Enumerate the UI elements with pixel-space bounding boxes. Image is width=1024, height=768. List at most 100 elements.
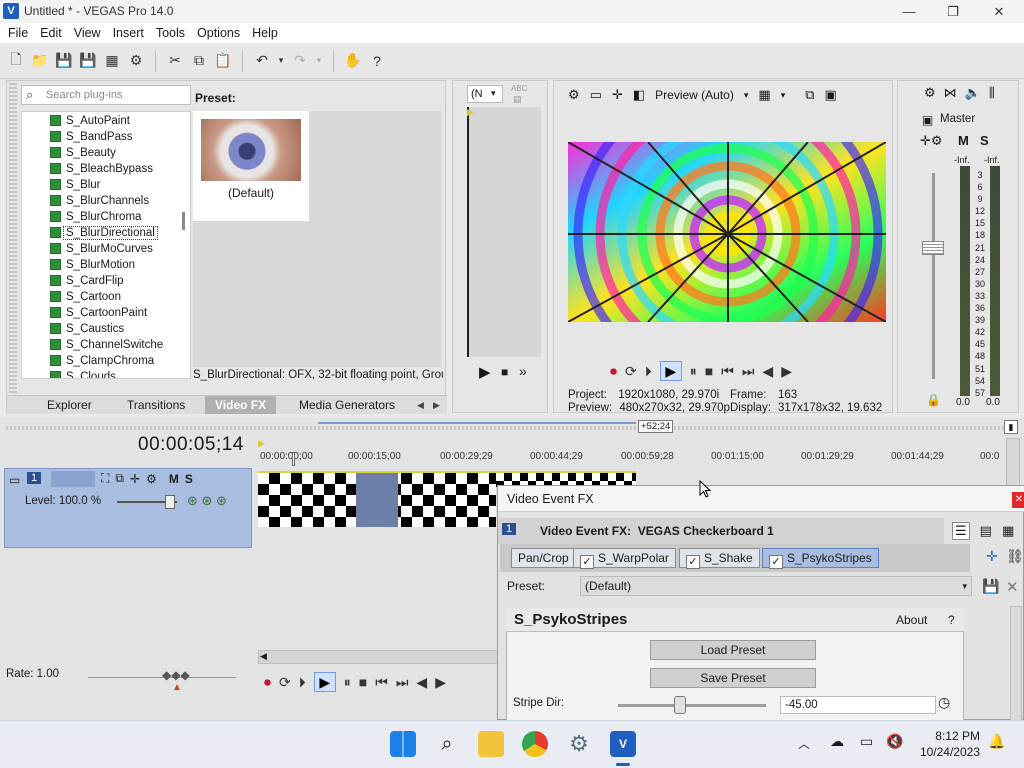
redo-dropdown-icon[interactable]: ▾ (314, 51, 324, 71)
speaker-icon[interactable]: 🔈 (965, 85, 981, 101)
tab-media-generators[interactable]: Media Generators (299, 396, 395, 414)
chrome-icon[interactable] (522, 731, 548, 757)
track-fx-icon[interactable]: ✛ (130, 472, 140, 486)
copy-snapshot-icon[interactable]: ⧉ (805, 87, 814, 103)
redo-icon[interactable]: ↷ (290, 51, 310, 71)
plugin-item[interactable]: S_CardFlip (50, 273, 124, 289)
next-frame-icon[interactable]: ▶ (435, 674, 446, 691)
menu-file[interactable]: File (2, 23, 34, 43)
plugin-item[interactable]: S_BlurChroma (50, 209, 141, 225)
marker-bar-icon[interactable]: ▮ (1004, 420, 1018, 434)
plugin-item[interactable]: S_Beauty (50, 145, 116, 161)
pause-icon[interactable]: ⏸ (344, 674, 351, 691)
dim-output-icon[interactable]: ⫼ (989, 85, 995, 101)
menu-view[interactable]: View (68, 23, 107, 43)
panel-grip[interactable] (9, 83, 17, 393)
quality-dropdown-icon[interactable]: ▾ (744, 90, 749, 101)
timeline-grip[interactable] (6, 426, 1006, 430)
list-view-icon[interactable]: ☰ (952, 522, 970, 540)
trimmer-stop-icon[interactable]: ■ (501, 365, 508, 379)
previous-frame-icon[interactable]: ◀ (416, 674, 427, 691)
composite-icons[interactable]: ⊛ ⊛ ⊛ (187, 493, 227, 509)
notification-bell-icon[interactable]: 🔔 (988, 733, 1005, 750)
tab-scroll-right-icon[interactable]: ▶ (433, 396, 440, 414)
chain-add-icon[interactable]: ✛ (986, 548, 998, 565)
dialog-close-button[interactable]: ✕ (1012, 492, 1024, 508)
previous-frame-icon[interactable]: ◀ (762, 363, 773, 380)
chain-s-shake[interactable]: ✓ S_Shake (679, 548, 760, 569)
trimmer-combo[interactable]: (N (467, 85, 503, 103)
plugin-item[interactable]: S_Cartoon (50, 289, 121, 305)
edit-tool-hand-icon[interactable]: ✋ (343, 51, 363, 71)
master-mute-button[interactable]: M (958, 133, 969, 148)
vegas-pro-taskbar-icon[interactable]: V (610, 731, 636, 757)
tab-explorer[interactable]: Explorer (47, 396, 92, 414)
plugin-item[interactable]: S_AutoPaint (50, 113, 130, 129)
paste-icon[interactable]: 📋 (213, 51, 233, 71)
trimmer-dropdown-icon[interactable]: ▾ (491, 88, 496, 99)
save-preset-button[interactable]: Save Preset (650, 668, 816, 688)
clock-time[interactable]: 8:12 PM (918, 729, 980, 743)
track-motion-icon[interactable]: ⛶ (101, 471, 109, 486)
plugin-item[interactable]: S_BandPass (50, 129, 133, 145)
menu-edit[interactable]: Edit (34, 23, 68, 43)
checkbox-icon[interactable]: ✓ (686, 555, 700, 569)
master-fader-handle[interactable] (922, 241, 944, 255)
detail-view-icon[interactable]: ▤ (980, 523, 992, 539)
save-as-icon[interactable]: 💾 (78, 51, 98, 71)
checkbox-icon[interactable]: ✓ (769, 555, 783, 569)
preview-settings-gear-icon[interactable]: ⚙ (568, 87, 580, 103)
play-icon[interactable]: ▶ (313, 672, 336, 692)
copy-icon[interactable]: ⧉ (189, 51, 209, 71)
chain-remove-icon[interactable]: ⛓ (1006, 548, 1024, 565)
track-mute-button[interactable]: M (169, 472, 179, 486)
track-name-field[interactable] (51, 471, 95, 487)
save-preset-icon[interactable]: 💾 (982, 578, 999, 595)
go-to-end-icon[interactable]: ⏭ (742, 363, 755, 380)
split-screen-icon[interactable]: ✛ (612, 87, 623, 103)
master-solo-button[interactable]: S (980, 133, 989, 148)
grid-overlay-icon[interactable]: ▦ (758, 87, 770, 103)
keyframe-clock-icon[interactable]: ◷ (938, 694, 950, 711)
new-file-icon[interactable]: 🗋 (6, 51, 26, 71)
undo-icon[interactable]: ↶ (252, 51, 272, 71)
show-hidden-icons-chevron-icon[interactable]: ︿ (798, 735, 810, 752)
menu-tools[interactable]: Tools (150, 23, 191, 43)
cut-icon[interactable]: ✂ (165, 51, 185, 71)
level-slider-handle[interactable] (165, 495, 175, 509)
windows-start-icon[interactable] (390, 731, 416, 757)
plugin-tree[interactable]: S_AutoPaint S_BandPass S_Beauty S_Bleach… (21, 111, 191, 379)
save-snapshot-icon[interactable]: ▣ (825, 87, 837, 103)
search-plugins-input[interactable]: Search plug-ins (21, 85, 191, 105)
menu-help[interactable]: Help (246, 23, 284, 43)
next-frame-icon[interactable]: ▶ (781, 363, 792, 380)
go-to-end-icon[interactable]: ⏭ (396, 674, 409, 691)
playhead[interactable] (292, 452, 295, 466)
tab-scroll-left-icon[interactable]: ◀ (417, 396, 424, 414)
master-fx-icon[interactable]: ✛⚙ (920, 133, 943, 149)
go-to-start-icon[interactable]: ⏮ (721, 363, 734, 380)
chain-s-warppolar[interactable]: ✓ S_WarpPolar (573, 548, 676, 569)
preview-quality-dropdown[interactable]: Preview (Auto) (655, 88, 734, 102)
plugin-item[interactable]: S_ChannelSwitche (50, 337, 163, 353)
properties-gear-icon[interactable]: ⚙ (126, 51, 146, 71)
maximize-button[interactable]: ❐ (930, 0, 976, 23)
menu-insert[interactable]: Insert (107, 23, 150, 43)
dialog-vertical-scrollbar[interactable] (1010, 606, 1022, 721)
menu-options[interactable]: Options (191, 23, 246, 43)
trimmer-area[interactable] (467, 107, 541, 357)
checkbox-icon[interactable]: ✓ (580, 555, 594, 569)
plugin-item[interactable]: S_ClampChroma (50, 353, 154, 369)
network-icon[interactable]: ☁ (830, 733, 844, 750)
whats-this-help-icon[interactable]: ? (367, 51, 387, 71)
record-icon[interactable]: ⏺ (610, 363, 617, 380)
search-icon[interactable]: ⌕ (434, 731, 460, 757)
undo-dropdown-icon[interactable]: ▾ (276, 51, 286, 71)
tree-vertical-scrollbar[interactable] (182, 212, 185, 230)
compositing-mode-icon[interactable]: ⧉ (115, 471, 124, 486)
plugin-item[interactable]: S_BlurMotion (50, 257, 135, 273)
plugin-item[interactable]: S_Blur (50, 177, 101, 193)
minimize-button[interactable]: — (886, 0, 932, 23)
rate-slider-icon[interactable]: ◆◆◆ (162, 668, 190, 682)
plugin-item[interactable]: S_BleachBypass (50, 161, 153, 177)
